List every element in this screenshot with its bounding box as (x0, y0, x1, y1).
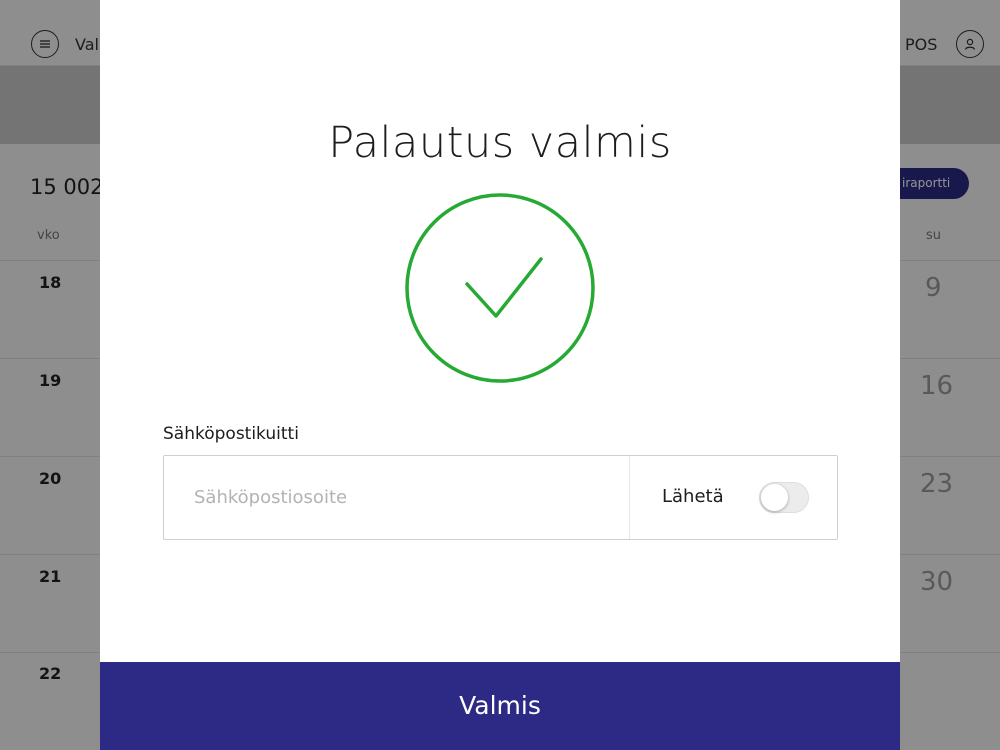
send-label: Lähetä (662, 486, 724, 507)
email-input[interactable] (164, 456, 629, 539)
send-toggle[interactable] (759, 482, 809, 513)
dialog-title: Palautus valmis (328, 118, 672, 168)
email-receipt-label: Sähköpostikuitti (163, 424, 299, 444)
email-receipt-box: Lähetä (163, 455, 838, 540)
check-circle-icon (404, 192, 596, 384)
return-complete-dialog: Palautus valmis Sähköpostikuitti Lähetä … (100, 0, 900, 750)
send-area: Lähetä (629, 456, 837, 539)
done-button[interactable]: Valmis (100, 662, 900, 750)
toggle-knob (761, 484, 788, 511)
